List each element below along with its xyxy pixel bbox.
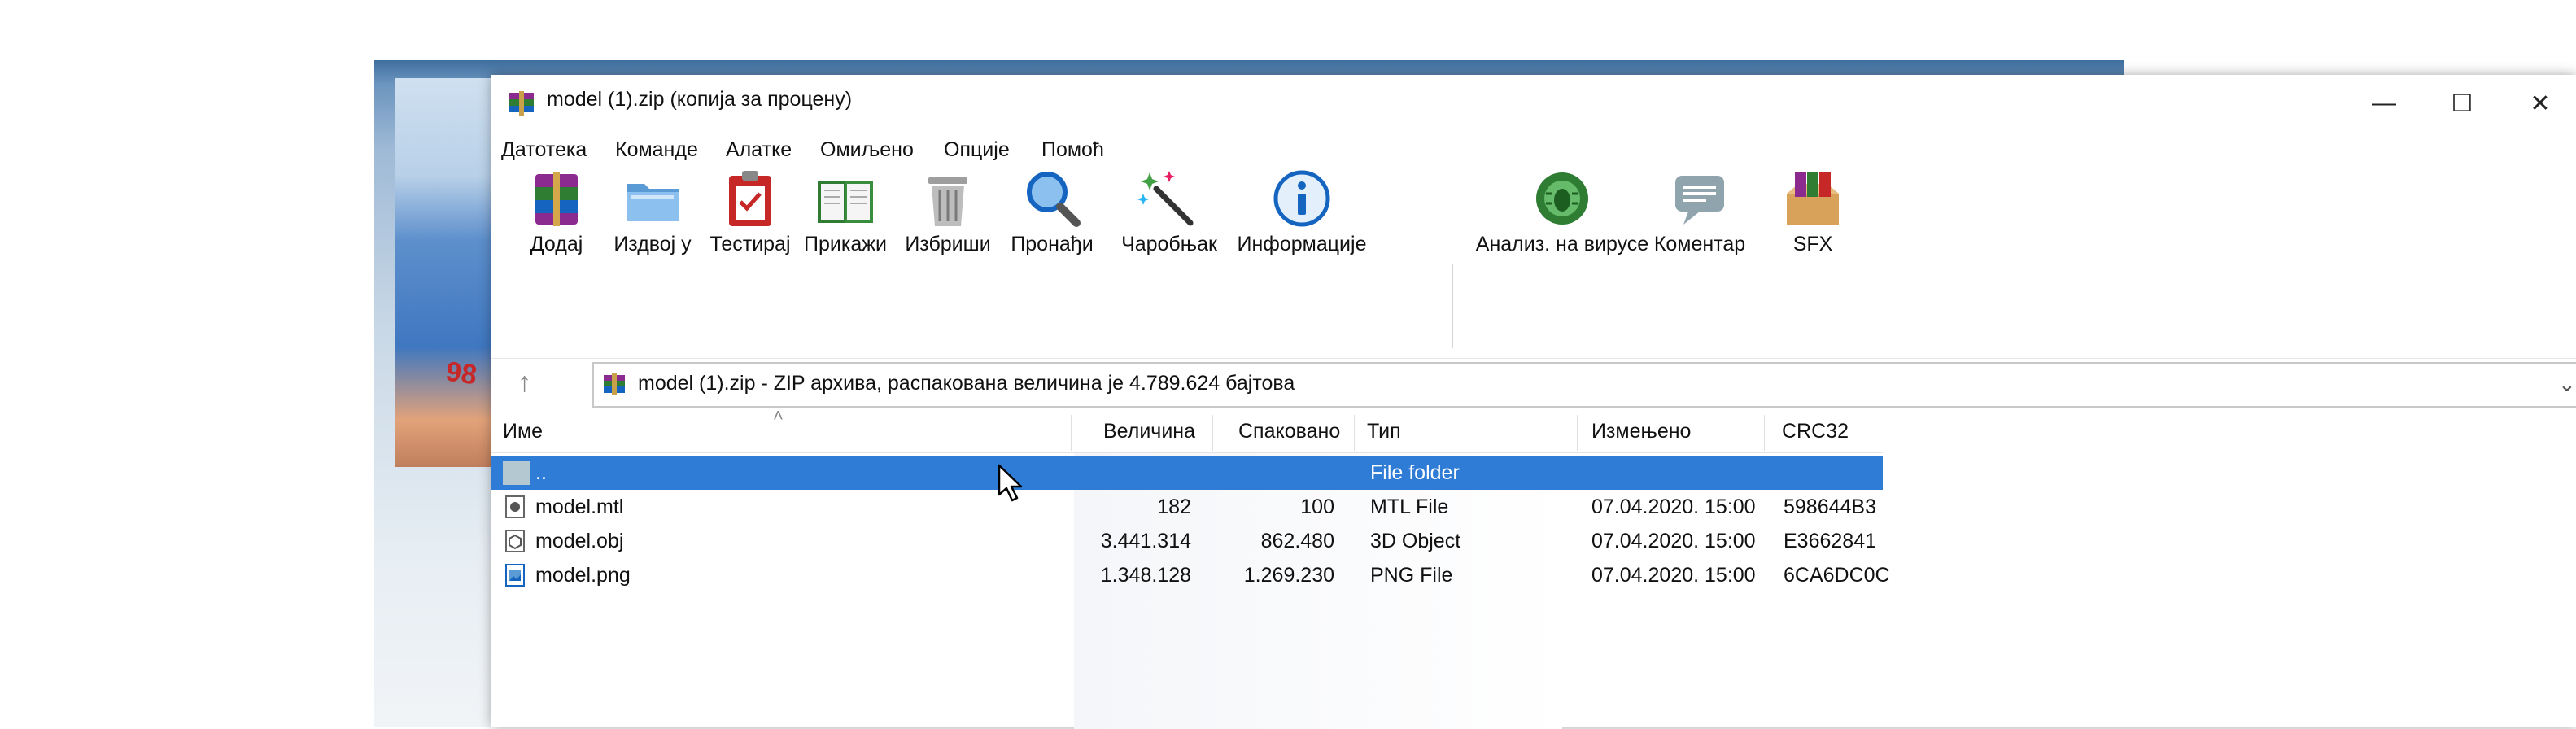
toolbar: Додај Издвој у Тестирај Прикажи Избриши … [491,166,2576,353]
table-row-parent-folder[interactable]: .. File folder [491,456,1883,490]
file-size: 3.441.314 [1100,530,1191,552]
wizard-icon [1137,171,1194,226]
png-file-icon [505,564,525,587]
column-type[interactable]: Тип [1367,420,1401,443]
file-crc: E3662841 [1784,530,1877,552]
file-modified: 07.04.2020. 15:00 [1591,495,1756,518]
webcam-shirt-text: 98 [443,356,479,391]
mouse-pointer-icon [998,464,1023,502]
file-modified: 07.04.2020. 15:00 [1591,530,1756,552]
add-button[interactable]: Додај [516,81,597,272]
column-divider [1071,415,1072,451]
file-modified: 07.04.2020. 15:00 [1591,564,1756,587]
file-size: 182 [1157,495,1191,518]
path-field[interactable]: model (1).zip - ZIP архива, распакована … [592,362,2576,408]
sfx-icon [1787,172,1839,225]
folder-icon [503,461,530,485]
close-button[interactable]: ✕ [2503,75,2576,132]
toolbar-separator [1452,264,1453,348]
file-type: PNG File [1370,564,1453,587]
comment-button[interactable]: Коментар [1647,81,1753,272]
webcam-overlay-image [395,78,493,467]
sort-ascending-icon: ˄ [773,405,784,426]
info-icon [1273,170,1330,227]
find-button[interactable]: Пронађи [1007,81,1097,272]
column-header: ˄ Име Величина Спаковано Тип Измењено CR… [491,405,1883,453]
mtl-file-icon [505,495,525,518]
3d-object-file-icon [505,530,525,552]
archive-icon [604,373,625,395]
view-icon [818,181,873,223]
virus-scan-button[interactable]: Анализ. на вирусе [1476,81,1648,272]
sfx-button[interactable]: SFX [1772,81,1853,272]
file-size: 1.348.128 [1100,564,1191,587]
wizard-button[interactable]: Чаробњак [1121,81,1217,272]
delete-icon [928,177,967,226]
column-size[interactable]: Величина [1103,420,1195,443]
column-packed[interactable]: Спаковано [1238,420,1340,443]
column-crc32[interactable]: CRC32 [1782,420,1849,443]
info-label: Информације [1237,233,1367,255]
up-arrow-icon[interactable]: ↑ [517,367,531,399]
file-type: 3D Object [1370,530,1461,552]
file-type: MTL File [1370,495,1449,518]
column-modified[interactable]: Измењено [1591,420,1691,443]
file-packed: 862.480 [1260,530,1334,552]
wizard-label: Чаробњак [1121,233,1217,255]
column-divider [1212,415,1213,451]
find-icon [1027,172,1081,227]
info-button[interactable]: Информације [1238,81,1366,272]
file-name: model.mtl [535,495,624,518]
delete-button[interactable]: Избриши [903,81,993,272]
extract-to-icon [627,184,679,221]
test-icon [729,171,771,226]
file-packed: 100 [1300,495,1334,518]
view-button[interactable]: Прикажи [801,81,890,272]
maximize-button[interactable]: ☐ [2425,75,2500,132]
table-row[interactable]: model.mtl 182 100 MTL File 07.04.2020. 1… [491,490,1883,524]
file-crc: 6CA6DC0C [1784,564,1890,587]
add-archive-icon [535,172,578,226]
minimize-button[interactable]: — [2347,75,2421,132]
file-type: File folder [1370,461,1460,484]
sfx-label: SFX [1792,233,1833,255]
column-divider [1577,415,1578,451]
table-row[interactable]: model.png 1.348.128 1.269.230 PNG File 0… [491,558,1890,592]
address-bar: ↑ model (1).zip - ZIP архива, распакован… [491,358,2576,411]
extract-to-button[interactable]: Издвој у [612,81,693,272]
winrar-window: model (1).zip (копија за процену) — ☐ ✕ … [491,75,2576,729]
virus-scan-icon [1536,172,1588,225]
chevron-down-icon[interactable]: ⌄ [2558,372,2576,397]
archive-summary: model (1).zip - ZIP архива, распакована … [638,372,1295,395]
file-packed: 1.269.230 [1243,564,1334,587]
file-name: model.obj [535,530,624,552]
file-name: model.png [535,564,631,587]
table-row[interactable]: model.obj 3.441.314 862.480 3D Object 07… [491,524,1883,558]
file-list[interactable]: ˄ Име Величина Спаковано Тип Измењено CR… [491,405,2576,729]
file-name: .. [535,461,547,484]
column-name[interactable]: Име [503,420,543,443]
column-divider [1764,415,1765,451]
column-divider [1354,415,1355,451]
comment-icon [1675,176,1724,225]
file-crc: 598644B3 [1784,495,1877,518]
